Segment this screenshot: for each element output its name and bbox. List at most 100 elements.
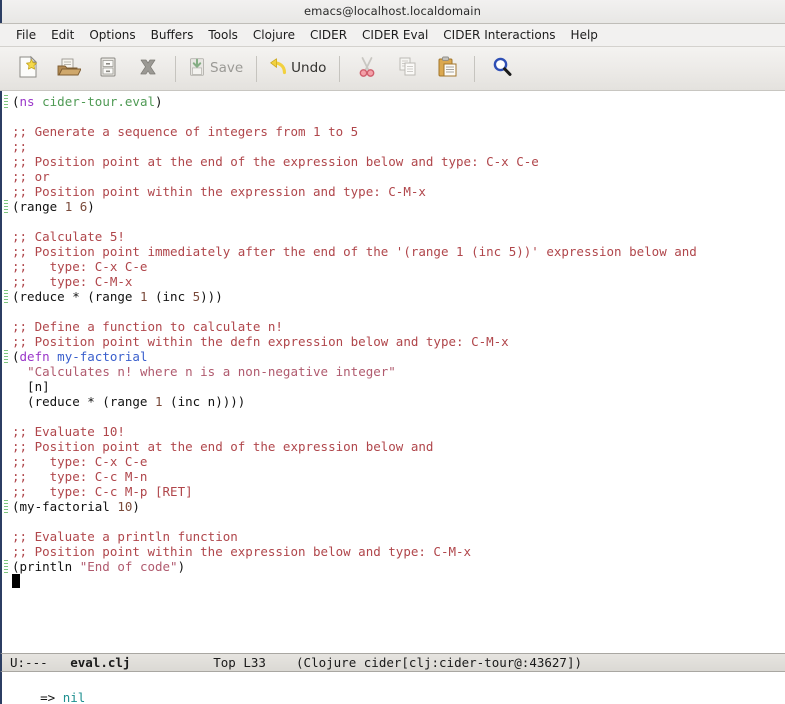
toolbar-separator-2: [256, 55, 258, 82]
buffer-line: ;; Define a function to calculate n!: [12, 319, 283, 334]
toolbar-separator-4: [474, 55, 476, 82]
fringe-row: [2, 304, 12, 319]
new-file-button[interactable]: [8, 50, 48, 88]
title-bar: emacs@localhost.localdomain: [0, 0, 785, 24]
undo-icon: [266, 55, 290, 83]
fringe-eval-marker: [2, 199, 12, 214]
save-as-button[interactable]: [88, 50, 128, 88]
menu-item-edit[interactable]: Edit: [44, 27, 81, 43]
buffer-line: [12, 574, 785, 589]
fringe-eval-marker: [2, 499, 12, 514]
menu-item-clojure[interactable]: Clojure: [246, 27, 302, 43]
buffer-line: [12, 409, 785, 424]
fringe-row: [2, 424, 12, 439]
buffer-line: ;; Position point within the expression …: [12, 184, 426, 199]
fringe-row: [2, 529, 12, 544]
fringe-row: [2, 244, 12, 259]
fringe-row: [2, 259, 12, 274]
menu-item-buffers[interactable]: Buffers: [144, 27, 201, 43]
menu-item-cider[interactable]: CIDER: [303, 27, 354, 43]
undo-button[interactable]: Undo: [264, 50, 332, 88]
close-file-button[interactable]: [128, 50, 168, 88]
save-button-label: Save: [210, 59, 244, 76]
fringe-row: [2, 274, 12, 289]
fringe-row: [2, 184, 12, 199]
menu-item-options[interactable]: Options: [82, 27, 142, 43]
buffer-line: ;; Evaluate 10!: [12, 424, 125, 439]
menu-item-file[interactable]: File: [9, 27, 43, 43]
undo-button-label: Undo: [291, 59, 327, 76]
buffer-line: ;; Evaluate a println function: [12, 529, 238, 544]
paste-button[interactable]: [427, 50, 467, 88]
open-folder-icon: [55, 54, 82, 84]
toolbar-separator-3: [339, 55, 341, 82]
buffer-line: [12, 109, 785, 124]
buffer-line: "Calculates n! where n is a non-negative…: [27, 364, 396, 379]
mode-line-major-mode: (Clojure cider[clj:cider-tour@:43627]): [296, 655, 583, 670]
copy-button[interactable]: [387, 50, 427, 88]
fringe-row: [2, 544, 12, 559]
buffer-text[interactable]: (ns cider-tour.eval) ;; Generate a seque…: [12, 91, 785, 653]
fringe-eval-marker: [2, 559, 12, 574]
fringe-row: [2, 139, 12, 154]
fringe-row: [2, 454, 12, 469]
save-icon: [185, 55, 209, 83]
fringe-row: [2, 334, 12, 349]
fringe-row: [2, 319, 12, 334]
menu-item-cider-eval[interactable]: CIDER Eval: [355, 27, 435, 43]
buffer-line: ;; Position point at the end of the expr…: [12, 439, 434, 454]
buffer-line: ;; type: C-c M-p [RET]: [12, 484, 193, 499]
echo-result-value: nil: [62, 690, 86, 704]
close-icon: [135, 54, 161, 84]
new-file-icon: [15, 54, 41, 84]
fringe-row: [2, 214, 12, 229]
buffer-line: ;; Position point within the expression …: [12, 544, 472, 559]
fringe-row: [2, 154, 12, 169]
window-left-border: [0, 0, 2, 23]
fringe-eval-marker: [2, 349, 12, 364]
fringe-row: [2, 364, 12, 379]
fringe-row: [2, 409, 12, 424]
buffer-line: (reduce * (range 1 (inc 5))): [12, 289, 223, 304]
fringe-row: [2, 124, 12, 139]
buffer-line: ;; type: C-x C-e: [12, 454, 148, 469]
buffer-line: (defn my-factorial: [12, 349, 148, 364]
buffer-line: ;;: [12, 139, 28, 154]
cut-button[interactable]: [347, 50, 387, 88]
fringe-row: [2, 469, 12, 484]
search-button[interactable]: [482, 50, 522, 88]
fringe-row: [2, 574, 12, 589]
buffer-line: [n]: [12, 379, 50, 394]
text-cursor: [12, 574, 20, 588]
window-title: emacs@localhost.localdomain: [304, 3, 481, 18]
fringe-row: [2, 484, 12, 499]
buffer-line: [12, 304, 785, 319]
buffer-line: (my-factorial 10): [12, 499, 140, 514]
fringe-row: [2, 109, 12, 124]
open-file-button[interactable]: [48, 50, 88, 88]
buffer-line: ;; Generate a sequence of integers from …: [12, 124, 359, 139]
buffer-line: [12, 514, 785, 529]
editor-area[interactable]: (ns cider-tour.eval) ;; Generate a seque…: [0, 91, 785, 653]
buffer-line: (println "End of code"): [12, 559, 186, 574]
menu-bar: File Edit Options Buffers Tools Clojure …: [0, 24, 785, 47]
fringe-row: [2, 229, 12, 244]
emacs-window: emacs@localhost.localdomain File Edit Op…: [0, 0, 785, 704]
buffer-line: ;; Position point immediately after the …: [12, 244, 697, 259]
buffer-line: ;; Position point at the end of the expr…: [12, 154, 539, 169]
paste-icon: [434, 54, 460, 84]
echo-prompt: =>: [40, 690, 63, 704]
menu-item-tools[interactable]: Tools: [201, 27, 245, 43]
buffer-line: (range 1 6): [12, 199, 95, 214]
menu-item-cider-interactions[interactable]: CIDER Interactions: [436, 27, 562, 43]
fringe-eval-marker: [2, 289, 12, 304]
menu-item-help[interactable]: Help: [564, 27, 605, 43]
fringe-row: [2, 169, 12, 184]
buffer-line: ;; type: C-x C-e: [12, 259, 148, 274]
left-fringe: [2, 91, 12, 653]
mode-line-buffer-name[interactable]: eval.clj: [70, 655, 130, 670]
save-button[interactable]: Save: [183, 50, 249, 88]
buffer-line: ;; type: C-c M-n: [12, 469, 148, 484]
mode-line-position: Top L33: [213, 655, 266, 670]
buffer-line: [12, 214, 785, 229]
